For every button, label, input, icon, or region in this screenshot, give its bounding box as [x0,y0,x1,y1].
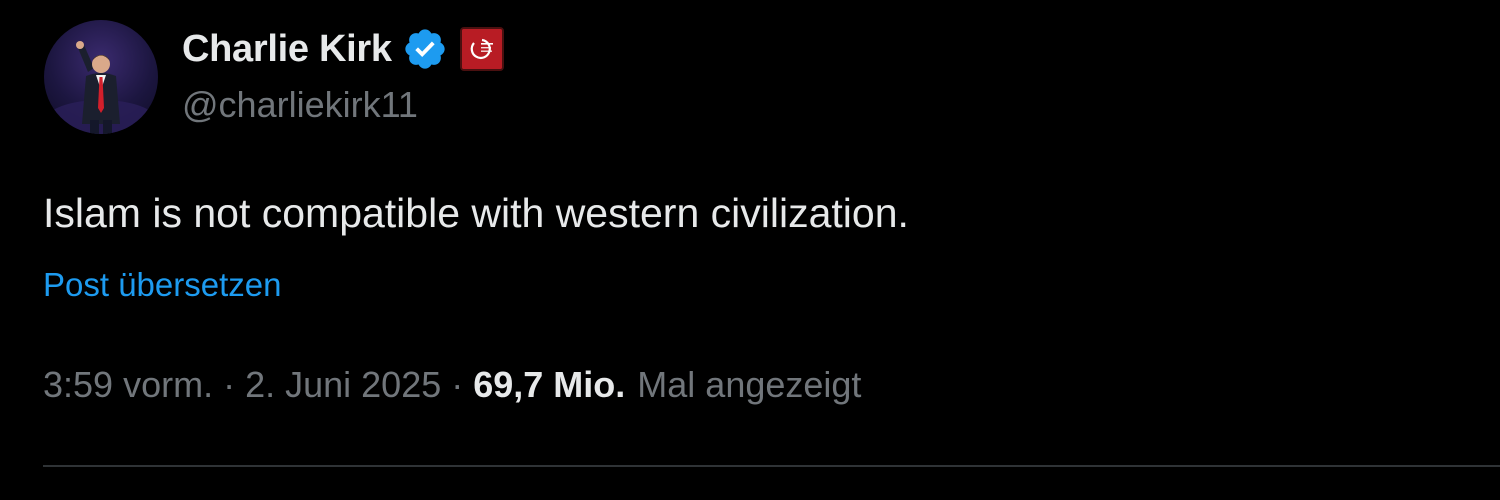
divider [43,465,1500,467]
translate-post-link[interactable]: Post übersetzen [43,266,281,304]
views-count[interactable]: 69,7 Mio. [473,364,625,406]
post-time[interactable]: 3:59 vorm. [43,364,213,406]
tweet-detail: Charlie Kirk @charliekirk11 Islam is not… [0,0,1500,500]
post-text: Islam is not compatible with western civ… [43,190,909,236]
meta-separator: · [223,364,236,405]
post-meta: 3:59 vorm. · 2. Juni 2025 · 69,7 Mio. Ma… [43,364,861,406]
avatar-image [46,41,156,134]
author-handle[interactable]: @charliekirk11 [182,84,418,126]
views-label: Mal angezeigt [637,364,862,405]
author-name-row: Charlie Kirk [182,24,504,74]
verified-badge-icon[interactable] [402,26,448,72]
author-display-name[interactable]: Charlie Kirk [182,28,392,71]
meta-separator: · [451,364,464,405]
author-avatar[interactable] [44,20,158,134]
affiliate-org-logo-icon[interactable] [459,27,504,71]
post-date[interactable]: 2. Juni 2025 [245,364,441,406]
